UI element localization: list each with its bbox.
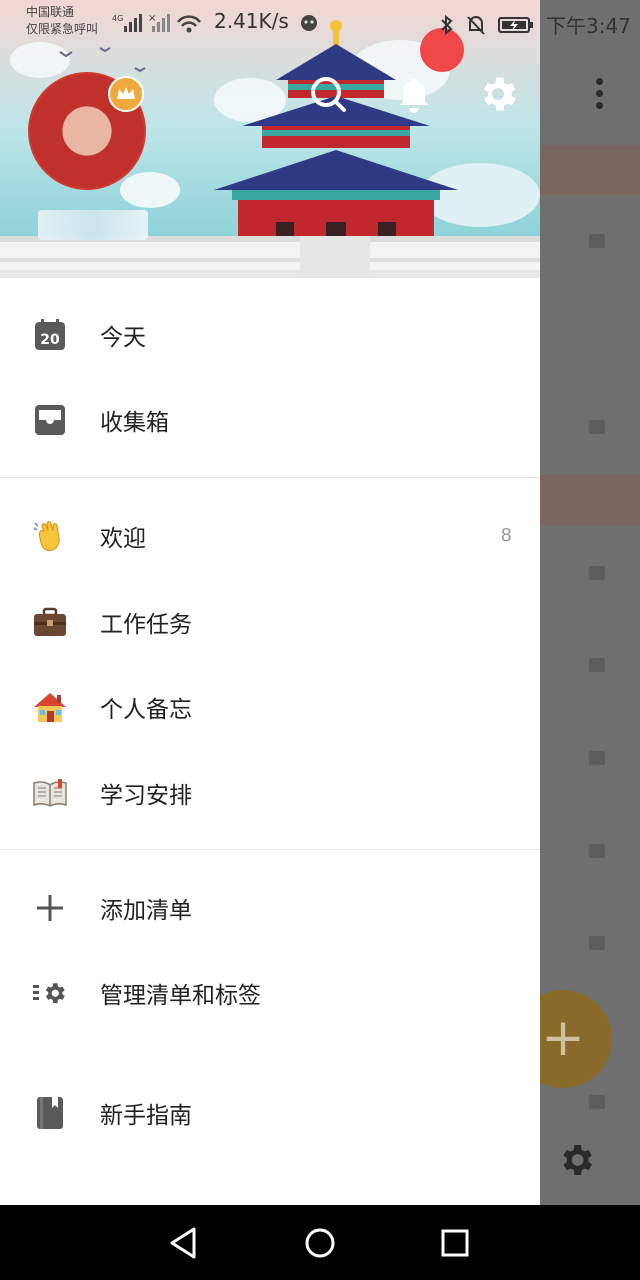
menu-label-inbox: 收集箱 xyxy=(100,409,169,436)
back-icon[interactable] xyxy=(164,1223,204,1263)
menu-item-inbox[interactable]: 收集箱 xyxy=(0,377,540,462)
carrier-info: 中国联通 仅限紧急呼叫 xyxy=(26,4,98,38)
status-bar: 中国联通 仅限紧急呼叫 4G × 2.41K/s 下午3:47 xyxy=(0,0,640,44)
task-count-badge: 8 xyxy=(500,525,512,546)
manage-lists-tags-button[interactable]: 管理清单和标签 xyxy=(0,950,540,1035)
manage-settings-icon xyxy=(32,975,68,1011)
add-list-button[interactable]: 添加清单 xyxy=(0,865,540,950)
network-speed: 2.41K/s xyxy=(214,9,289,33)
inbox-icon xyxy=(32,402,68,438)
mute-icon xyxy=(467,15,485,35)
list-label-personal-memo: 个人备忘 xyxy=(100,696,192,723)
note-icon xyxy=(589,1095,605,1109)
plus-icon xyxy=(32,890,68,926)
battery-icon xyxy=(498,16,533,33)
svg-text:×: × xyxy=(148,13,156,24)
note-icon xyxy=(589,566,605,580)
manage-lists-tags-label: 管理清单和标签 xyxy=(100,982,261,1009)
bluetooth-icon xyxy=(441,14,453,35)
guide-book-icon xyxy=(32,1095,68,1131)
note-icon xyxy=(589,234,605,248)
list-label-study-plan: 学习安排 xyxy=(100,782,192,809)
signal-icons: 4G × xyxy=(112,13,201,33)
list-item-welcome[interactable]: 欢迎 8 xyxy=(0,493,540,578)
app-notification-icon xyxy=(301,15,317,31)
note-icon xyxy=(589,936,605,950)
home-icon[interactable] xyxy=(300,1223,340,1263)
emergency-calls-only: 仅限紧急呼叫 xyxy=(26,22,99,36)
crown-icon xyxy=(108,76,144,112)
bell-icon[interactable] xyxy=(392,72,436,116)
background-section-band xyxy=(540,145,640,195)
carrier-name: 中国联通 xyxy=(26,5,75,19)
add-list-label: 添加清单 xyxy=(100,897,192,924)
settings-icon[interactable] xyxy=(476,72,520,116)
gear-icon xyxy=(563,1145,592,1175)
beginner-guide-label: 新手指南 xyxy=(100,1102,192,1129)
username[interactable] xyxy=(38,210,148,240)
divider xyxy=(0,849,540,850)
list-item-personal-memo[interactable]: 个人备忘 xyxy=(0,664,540,749)
list-label-work-tasks: 工作任务 xyxy=(100,611,192,638)
list-item-study-plan[interactable]: 学习安排 xyxy=(0,750,540,835)
beginner-guide-button[interactable]: 新手指南 xyxy=(0,1070,540,1155)
book-icon xyxy=(32,775,68,811)
waving-hand-icon xyxy=(32,518,68,554)
navigation-drawer: 20 今天 收集箱 欢迎 8 工作任务 个人备忘 学习安排 添加清单 管理清单和… xyxy=(0,0,540,1205)
svg-text:4G: 4G xyxy=(112,14,123,23)
note-icon xyxy=(589,420,605,434)
list-item-work-tasks[interactable]: 工作任务 xyxy=(0,579,540,664)
background-section-band xyxy=(540,475,640,525)
menu-item-today[interactable]: 20 今天 xyxy=(0,292,540,377)
status-right-icons: 下午3:47 xyxy=(440,10,631,39)
recents-icon[interactable] xyxy=(435,1223,475,1263)
note-icon xyxy=(589,658,605,672)
more-options-icon xyxy=(596,78,604,114)
divider xyxy=(0,477,540,478)
svg-text:20: 20 xyxy=(40,332,60,348)
list-label-welcome: 欢迎 xyxy=(100,525,146,552)
calendar-icon: 20 xyxy=(32,317,68,353)
clock: 下午3:47 xyxy=(546,14,631,38)
menu-label-today: 今天 xyxy=(100,324,146,351)
search-icon[interactable] xyxy=(306,72,350,116)
note-icon xyxy=(589,844,605,858)
briefcase-icon xyxy=(32,604,68,640)
note-icon xyxy=(589,751,605,765)
system-navigation-bar xyxy=(0,1205,640,1280)
house-icon xyxy=(32,689,68,725)
